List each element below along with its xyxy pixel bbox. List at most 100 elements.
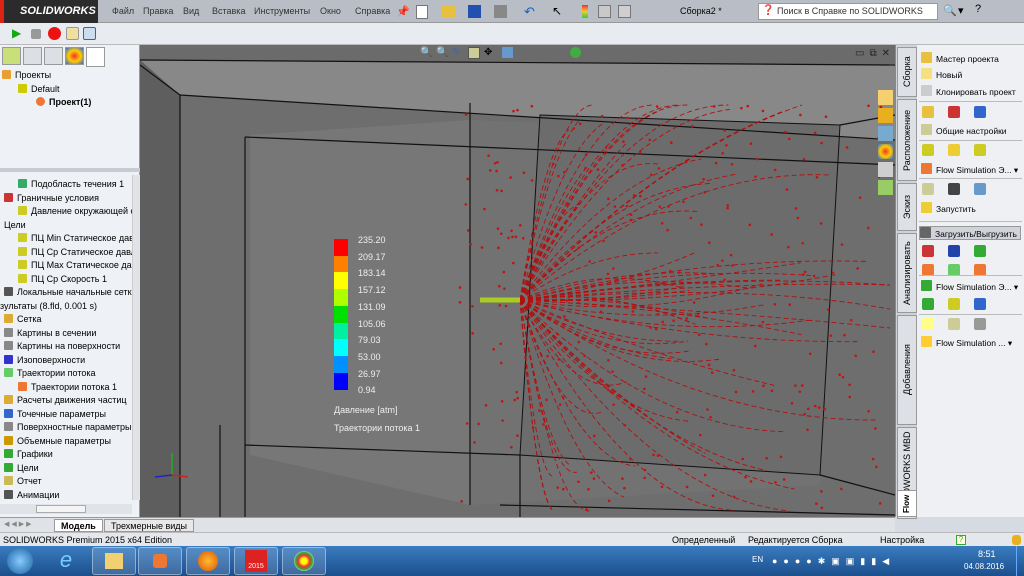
flow-results-icon[interactable] [878,180,893,195]
task-pane-tool-icon[interactable] [948,183,960,195]
tree-item[interactable]: Объемные параметры [0,435,132,449]
clock-date[interactable]: 04.08.2016 [964,562,1004,572]
new-document-icon[interactable] [416,5,428,19]
task-pane-item[interactable]: Запустить [921,202,976,214]
previous-view-icon[interactable]: ✎ [452,47,460,59]
command-tab[interactable]: Эскиз [897,183,917,231]
tree-item[interactable]: ПЦ Min Статическое давл [0,232,132,246]
task-pane-tool-icon[interactable] [948,318,960,330]
task-pane-tool-icon[interactable] [948,245,960,257]
tree-item[interactable]: Поверхностные параметры [0,421,132,435]
tree-item[interactable]: Проект(1) [2,96,138,110]
display-style-icon[interactable] [502,47,513,58]
tree-item[interactable]: зультаты (8.fld, 0.001 s) [0,300,132,314]
command-tab[interactable]: Flow Si... [897,490,929,517]
task-pane-tool-icon[interactable] [922,245,934,257]
select-icon[interactable]: ↖ [552,5,562,18]
task-pane-tool-icon[interactable] [974,183,986,195]
task-pane-tool-icon[interactable] [922,106,934,118]
chevron-down-icon[interactable]: ▾ [1012,282,1018,292]
options-icon[interactable] [618,5,631,18]
vertical-scrollbar[interactable] [132,175,140,500]
horizontal-scrollbar[interactable] [0,504,132,514]
task-pane-tool-icon[interactable] [974,318,986,330]
task-pane-tool-icon[interactable] [974,245,986,257]
tree-item[interactable]: Точечные параметры [0,408,132,422]
tab-model[interactable]: Модель [54,519,103,532]
task-pane-tool-icon[interactable] [948,144,960,156]
task-pane-item[interactable]: Flow Simulation ... ▾ [921,336,1012,349]
project-icon[interactable] [66,27,79,40]
tab-configuration-manager[interactable] [44,47,63,65]
task-pane-item[interactable]: Flow Simulation Э... ▾ [921,163,1018,176]
tree-item[interactable]: ПЦ Ср Скорость 1 [0,273,132,287]
tree-item[interactable]: Подобласть течения 1 [0,178,132,192]
task-pane-tool-icon[interactable] [974,144,986,156]
graphics-viewport[interactable]: 🔍 🔍 ✎ ✥ ▭⧉✕ [140,45,895,517]
help-status-icon[interactable]: ? [956,535,966,545]
tree-item[interactable]: Траектории потока [0,367,132,381]
tree-item[interactable]: Проекты [2,69,138,83]
tree-item[interactable]: Траектории потока 1 [0,381,132,395]
task-pane-item[interactable]: Новый [921,68,962,80]
open-icon[interactable] [442,5,455,18]
section-view-icon[interactable] [468,47,480,59]
task-pane-item[interactable]: Flow Simulation Э... ▾ [921,280,1018,293]
tab-3d-views[interactable]: Трехмерные виды [104,519,194,532]
start-button[interactable] [7,548,33,574]
tree-item[interactable]: Сетка [0,313,132,327]
solidworks-logo[interactable]: SOLIDWORKS [0,0,98,23]
appearance-icon[interactable] [570,47,581,58]
tree-item[interactable]: Давление окружающей с [0,205,132,219]
explorer-taskbar-button[interactable] [92,547,136,575]
zoom-to-area-icon[interactable]: 🔍 [436,47,448,59]
tree-item[interactable]: Цели [0,462,132,476]
file-explorer-icon[interactable] [878,90,893,105]
tab-feature-manager[interactable] [2,47,21,65]
menu-item[interactable]: Правка [143,0,173,23]
firefox-taskbar-button[interactable] [186,547,230,575]
save-icon[interactable] [468,5,481,18]
menu-item[interactable]: Вставка [212,0,245,23]
run-icon[interactable]: ▶ [12,27,21,40]
tree-item[interactable]: Локальные начальные сетки [0,286,132,300]
tree-item[interactable]: Изоповерхности [0,354,132,368]
zoom-to-fit-icon[interactable]: 🔍 [420,47,432,59]
menu-item[interactable]: Вид [183,0,199,23]
task-pane-item[interactable]: Общие настройки [921,124,1007,136]
file-properties-icon[interactable] [598,5,611,18]
command-tab[interactable]: Расположение [897,99,917,181]
clock-time[interactable]: 8:51 [978,549,996,560]
internet-explorer-icon[interactable]: e [44,547,88,575]
edit-icon[interactable] [83,27,96,40]
tree-item[interactable]: Картины на поверхности [0,340,132,354]
task-pane-tool-icon[interactable] [948,298,960,310]
task-pane-item[interactable]: Загрузить/Выгрузить [919,226,1021,240]
print-icon[interactable] [494,5,507,18]
task-pane-tool-icon[interactable] [922,298,934,310]
flow-simulation-taskbar-button[interactable] [282,547,326,575]
help-search-input[interactable]: Поиск в Справке по SOLIDWORKS [758,3,938,20]
rebuild-icon[interactable] [582,5,588,18]
system-tray-icons[interactable]: ●●●●✱▣▣▮▮◀ [772,555,962,567]
command-tab[interactable]: Анализировать [897,233,917,313]
custom-properties-icon[interactable] [878,162,893,177]
tree-item[interactable]: ПЦ Ср Статическое давле [0,246,132,260]
chevron-down-icon[interactable]: ▾ [1005,338,1012,348]
task-pane-tool-icon[interactable] [974,298,986,310]
pin-icon[interactable]: 📌 [396,5,410,18]
command-tab[interactable]: Сборка [897,47,917,97]
command-tab[interactable]: Добавления SOLIDWORKS [897,315,930,425]
panel-splitter[interactable] [0,168,140,172]
task-pane-tool-icon[interactable] [922,318,934,330]
tree-item[interactable]: Картины в сечении [0,327,132,341]
tree-item[interactable]: Графики [0,448,132,462]
menu-item[interactable]: Окно [320,0,341,23]
folder-icon[interactable] [878,108,893,123]
task-pane-tool-icon[interactable] [922,183,934,195]
units-settings[interactable]: Настройка [880,533,924,547]
tree-item[interactable]: Default [2,83,138,97]
chevron-down-icon[interactable]: ▾ [1012,165,1018,175]
menu-item[interactable]: Справка [355,0,390,23]
menu-item[interactable]: Файл [112,0,134,23]
